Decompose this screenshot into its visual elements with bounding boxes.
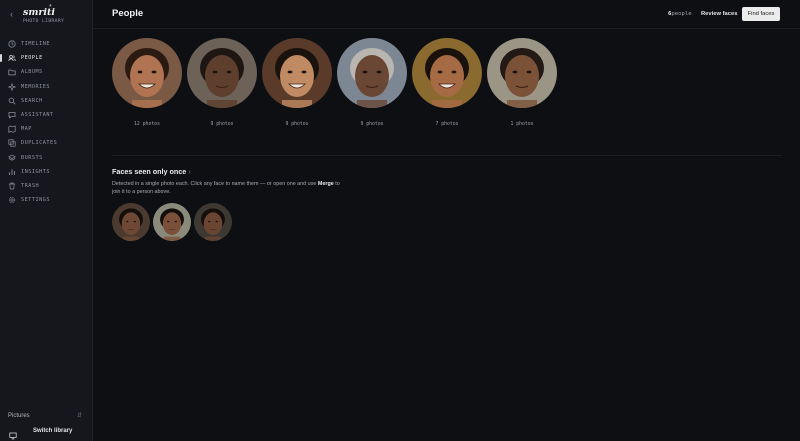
person-face[interactable] (187, 38, 257, 108)
sidebar: ‹ smriti * PHOTO LIBRARY TIMELINE PEOPLE… (0, 0, 93, 441)
description-text-1: Detected in a single photo each. Click a… (112, 181, 317, 187)
single-face[interactable] (153, 203, 191, 241)
sidebar-item-bursts[interactable]: BURSTS (0, 151, 93, 165)
sidebar-item-memories[interactable]: MEMORIES (0, 80, 93, 94)
sidebar-item-label: MAP (21, 126, 32, 133)
layers-icon (8, 154, 16, 162)
swap-icon[interactable]: ⇵ (77, 412, 82, 419)
person-photo-count: 9 photos (360, 122, 384, 127)
sidebar-item-assistant[interactable]: ASSISTANT (0, 108, 93, 122)
review-faces-button[interactable]: Review faces (701, 11, 737, 17)
person-face[interactable] (412, 38, 482, 108)
person-face[interactable] (337, 38, 407, 108)
section-description: Detected in a single photo each. Click a… (112, 180, 342, 196)
trash-icon (8, 182, 16, 190)
switch-library-button[interactable]: Switch library (6, 424, 86, 440)
duplicate-icon (8, 139, 16, 147)
person-face[interactable] (262, 38, 332, 108)
sidebar-item-search[interactable]: SEARCH (0, 94, 93, 108)
app-subtitle: PHOTO LIBRARY (23, 19, 65, 24)
person-photo-count: 1 photos (510, 122, 534, 127)
monitor-icon (9, 427, 17, 440)
person-photo-count: 9 photos (285, 122, 309, 127)
sidebar-item-label: INSIGHTS (21, 168, 50, 175)
sidebar-item-label: DUPLICATES (21, 140, 58, 147)
person-photo-count: 7 photos (435, 122, 459, 127)
find-faces-button[interactable]: Find faces (742, 7, 780, 21)
sidebar-item-trash[interactable]: TRASH (0, 179, 93, 193)
page-title: People (112, 8, 144, 19)
sidebar-item-label: SETTINGS (21, 197, 50, 204)
gear-icon (8, 196, 16, 204)
single-face[interactable] (194, 203, 232, 241)
merge-keyword: Merge (317, 181, 334, 187)
people-count: 6people (668, 11, 692, 17)
sidebar-item-people[interactable]: PEOPLE (0, 51, 93, 65)
sidebar-item-timeline[interactable]: TIMELINE (0, 37, 93, 51)
sidebar-item-label: ASSISTANT (21, 112, 54, 119)
section-title-text: Faces seen only once (112, 167, 187, 176)
chat-icon (8, 111, 16, 119)
sidebar-item-label: MEMORIES (21, 83, 50, 90)
map-icon (8, 125, 16, 133)
sparkle-icon: * (49, 4, 52, 11)
folder-icon (8, 68, 16, 76)
sidebar-item-map[interactable]: MAP (0, 122, 93, 136)
sidebar-item-label: SEARCH (21, 97, 43, 104)
chevron-right-icon: › (188, 167, 191, 176)
person-face[interactable] (112, 38, 182, 108)
header: People 6people Review faces Find faces (93, 0, 800, 29)
sidebar-item-label: PEOPLE (21, 55, 43, 62)
sidebar-item-label: TRASH (21, 182, 40, 189)
bar-chart-icon (8, 168, 16, 176)
sidebar-item-albums[interactable]: ALBUMS (0, 65, 93, 79)
library-name: Pictures (8, 413, 30, 419)
chevron-left-icon[interactable]: ‹ (10, 9, 13, 19)
section-title: Faces seen only once › (112, 167, 191, 176)
sidebar-item-settings[interactable]: SETTINGS (0, 193, 93, 207)
sparkle-icon (8, 82, 16, 91)
person-photo-count: 9 photos (210, 122, 234, 127)
sidebar-nav: TIMELINE PEOPLE ALBUMS MEMORIES SEARCH A… (0, 37, 93, 207)
sidebar-item-insights[interactable]: INSIGHTS (0, 165, 93, 179)
sidebar-item-label: BURSTS (21, 154, 43, 161)
divider (112, 155, 782, 156)
sidebar-item-label: ALBUMS (21, 69, 43, 76)
single-face[interactable] (112, 203, 150, 241)
sidebar-item-label: TIMELINE (21, 41, 50, 48)
switch-library-label: Switch library (33, 428, 73, 434)
search-icon (8, 97, 16, 105)
people-icon (8, 54, 16, 62)
person-photo-count: 12 photos (134, 122, 160, 127)
sidebar-item-duplicates[interactable]: DUPLICATES (0, 136, 93, 150)
clock-icon (8, 40, 16, 48)
people-count-unit: people (671, 11, 692, 17)
person-face[interactable] (487, 38, 557, 108)
